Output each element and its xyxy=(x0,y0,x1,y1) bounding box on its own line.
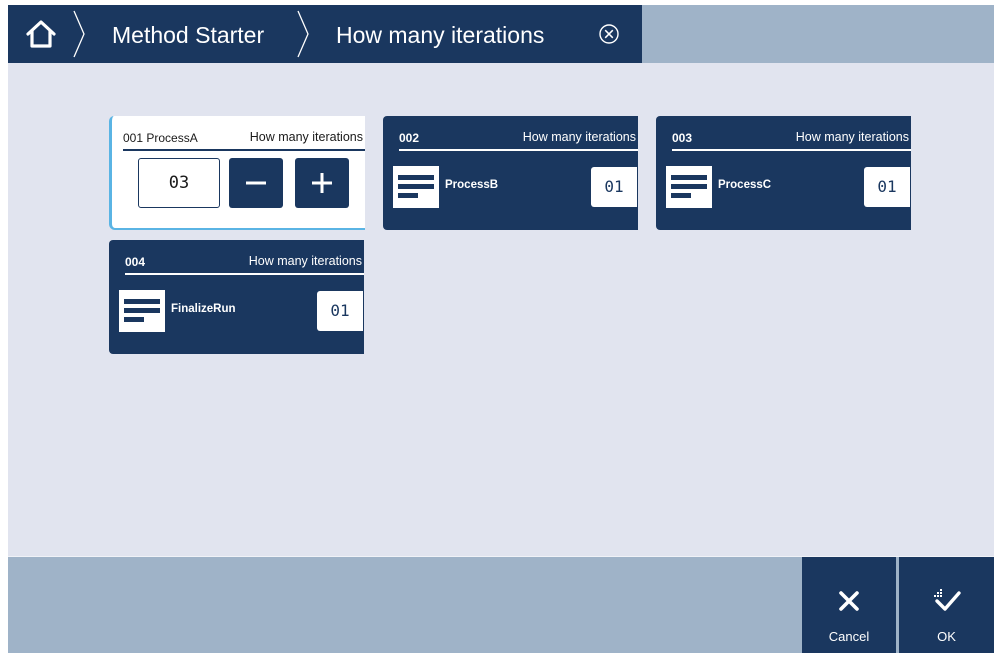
iteration-card-processb[interactable]: 002 How many iterations ProcessB 01 xyxy=(383,116,638,230)
card-id: 002 xyxy=(399,131,420,145)
card-caption: How many iterations xyxy=(522,130,636,144)
ok-label: OK xyxy=(937,629,956,644)
breadcrumb-separator-icon xyxy=(297,10,309,58)
plus-icon xyxy=(312,173,332,193)
resize-grip-icon[interactable] xyxy=(934,589,942,597)
document-lines-icon xyxy=(393,166,439,208)
iteration-card-finalizerun[interactable]: 004 How many iterations FinalizeRun 01 xyxy=(109,240,364,354)
breadcrumb-close-button[interactable] xyxy=(598,23,620,45)
decrement-button[interactable] xyxy=(229,158,283,208)
app-window: Method Starter How many iterations 001 P… xyxy=(8,5,994,653)
iteration-card-processa[interactable]: 001 ProcessA How many iterations 03 xyxy=(109,116,365,230)
close-icon xyxy=(839,591,859,611)
card-header: 004 How many iterations xyxy=(125,254,364,275)
document-lines-icon xyxy=(119,290,165,332)
close-circle-icon xyxy=(599,24,619,44)
breadcrumb-item-current: How many iterations xyxy=(336,22,545,48)
header-bar: Method Starter How many iterations xyxy=(8,5,994,63)
iteration-card-processc[interactable]: 003 How many iterations ProcessC 01 xyxy=(656,116,911,230)
card-header: 003 How many iterations xyxy=(672,130,911,151)
minus-icon xyxy=(246,181,266,185)
process-name: ProcessB xyxy=(445,179,499,191)
cancel-label: Cancel xyxy=(828,629,870,644)
process-name: FinalizeRun xyxy=(171,303,236,315)
home-button[interactable] xyxy=(8,5,74,63)
card-id: 004 xyxy=(125,255,146,269)
ok-button[interactable]: OK xyxy=(899,557,994,653)
breadcrumb-item-method-starter[interactable]: Method Starter xyxy=(112,5,264,63)
card-header: 002 How many iterations xyxy=(399,130,638,151)
card-caption: How many iterations xyxy=(795,130,909,144)
iterations-count[interactable]: 01 xyxy=(317,291,363,331)
card-id: 003 xyxy=(672,131,693,145)
card-caption: How many iterations xyxy=(249,130,363,144)
footer-bar: Cancel OK xyxy=(8,556,994,653)
iterations-value-field[interactable]: 03 xyxy=(138,158,220,208)
document-lines-icon xyxy=(666,166,712,208)
card-header: 001 ProcessA How many iterations xyxy=(123,130,365,151)
increment-button[interactable] xyxy=(295,158,349,208)
home-icon xyxy=(26,20,56,48)
breadcrumb-separator-icon xyxy=(73,10,85,58)
iterations-count[interactable]: 01 xyxy=(591,167,637,207)
card-id: 001 ProcessA xyxy=(123,131,198,145)
cancel-button[interactable]: Cancel xyxy=(802,557,896,653)
breadcrumb: Method Starter How many iterations xyxy=(8,5,642,63)
process-name: ProcessC xyxy=(718,179,772,191)
card-caption: How many iterations xyxy=(248,254,362,268)
iterations-count[interactable]: 01 xyxy=(864,167,910,207)
